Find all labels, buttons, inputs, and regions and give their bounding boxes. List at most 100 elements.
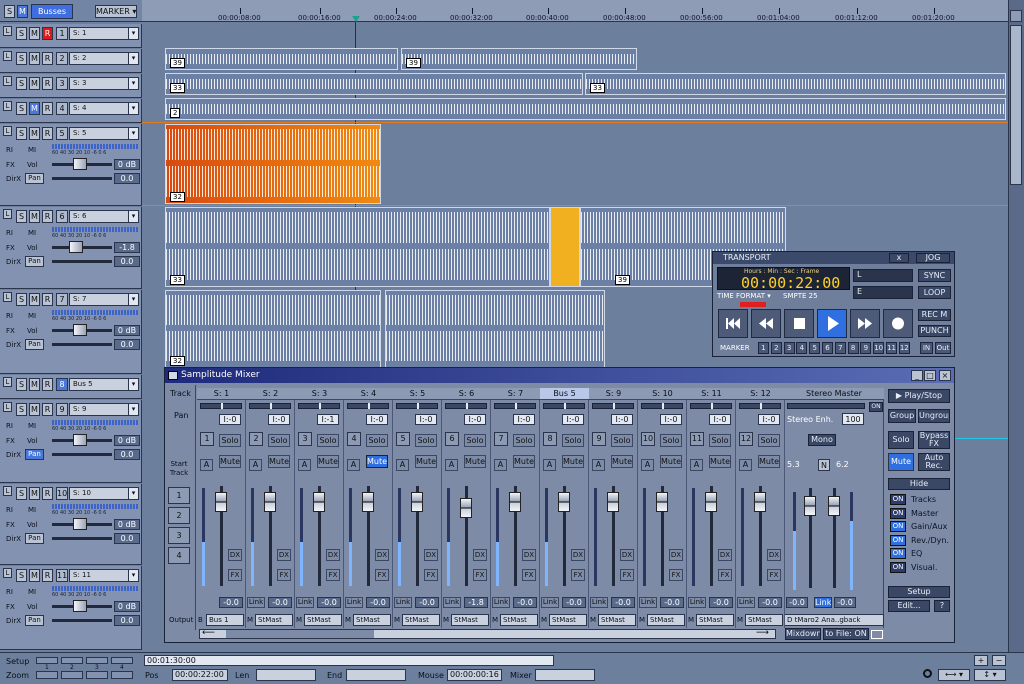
pan-value[interactable]: I:-0	[758, 414, 780, 425]
track-solo-button[interactable]: S	[16, 127, 27, 140]
track-lock-button[interactable]: L	[3, 377, 12, 387]
volume-fader-knob[interactable]	[215, 492, 227, 512]
audio-clip[interactable]: 33	[165, 73, 583, 95]
sync-button[interactable]: SYNC	[918, 269, 951, 282]
solo-button[interactable]: Solo	[758, 434, 780, 447]
channel-name[interactable]: S: 7	[491, 388, 540, 400]
zoom-out-button[interactable]: −	[992, 655, 1006, 666]
master-link-button[interactable]: Link	[814, 597, 832, 608]
scroll-right-arrow-icon[interactable]: ⟶	[756, 629, 769, 638]
master-fader-l-knob[interactable]	[804, 496, 816, 516]
volume-fader-knob[interactable]	[754, 492, 766, 512]
bypass-fx-button[interactable]: Bypass FX	[918, 431, 950, 449]
volume-slider-knob[interactable]	[73, 324, 87, 336]
track-record-button[interactable]: R	[42, 293, 53, 306]
track-lock-button[interactable]: L	[3, 51, 12, 61]
mute-button[interactable]: Mute	[758, 455, 780, 468]
setup-edit-button[interactable]: Edit...	[888, 600, 930, 612]
solo-button[interactable]: Solo	[464, 434, 486, 447]
link-button[interactable]: Link	[541, 597, 559, 608]
marker-dropdown[interactable]: MARKER ▾	[95, 5, 137, 18]
volume-value[interactable]: 0 dB	[114, 435, 140, 446]
channel-name[interactable]: S: 6	[442, 388, 491, 400]
marker-number-button[interactable]: 7	[834, 342, 846, 354]
marker-number-button[interactable]: 4	[796, 342, 808, 354]
automation-button[interactable]: A	[543, 459, 556, 471]
marker-number-button[interactable]: 12	[898, 342, 910, 354]
jog-button[interactable]: JOG	[916, 253, 950, 263]
fx-button[interactable]: FX	[767, 569, 781, 581]
solo-button[interactable]: Solo	[268, 434, 290, 447]
link-button[interactable]: Link	[737, 597, 755, 608]
automation-button[interactable]: A	[249, 459, 262, 471]
pan-slider-track[interactable]	[52, 177, 112, 180]
track-record-button[interactable]: R	[42, 487, 53, 500]
solo-button[interactable]: Solo	[611, 434, 633, 447]
link-button[interactable]: Link	[590, 597, 608, 608]
volume-slider-knob[interactable]	[73, 434, 87, 446]
punch-button[interactable]: PUNCH	[918, 325, 951, 337]
fx-button[interactable]: FX	[375, 569, 389, 581]
output-select[interactable]: Bus 1	[206, 614, 244, 626]
volume-value[interactable]: -0.0	[317, 597, 341, 608]
track-dropdown-chevron-icon[interactable]: ▾	[128, 293, 139, 306]
volume-value[interactable]: -1.8	[464, 597, 488, 608]
volume-fader-knob[interactable]	[362, 492, 374, 512]
pan-value[interactable]: I:-1	[317, 414, 339, 425]
pan-value[interactable]: I:-0	[268, 414, 290, 425]
pan-value[interactable]: I:-0	[415, 414, 437, 425]
start-track-number-button[interactable]: 2	[168, 507, 190, 524]
fx-button[interactable]: FX	[424, 569, 438, 581]
solo-all-button[interactable]: S	[4, 5, 15, 18]
master-value-r[interactable]: -0.0	[834, 597, 856, 608]
pan-button[interactable]: Pan	[25, 173, 44, 184]
channel-name[interactable]: S: 10	[638, 388, 687, 400]
output-select[interactable]: StMast	[255, 614, 293, 626]
pan-slider-track[interactable]	[52, 343, 112, 346]
mute-button[interactable]: Mute	[611, 455, 633, 468]
dx-button[interactable]: DX	[522, 549, 536, 561]
mixdown-button[interactable]: Mixdown	[785, 628, 821, 640]
pan-value[interactable]: 0.0	[114, 533, 140, 544]
track-record-button[interactable]: R	[42, 77, 53, 90]
track-solo-button[interactable]: S	[16, 569, 27, 582]
fx-button[interactable]: FX	[326, 569, 340, 581]
pan-value[interactable]: I:-0	[513, 414, 535, 425]
link-button[interactable]: Link	[688, 597, 706, 608]
channel-name[interactable]: S: 2	[246, 388, 295, 400]
locator-l-field[interactable]: L	[853, 269, 913, 282]
pan-button[interactable]: Pan	[25, 533, 44, 544]
dx-button[interactable]: DX	[571, 549, 585, 561]
link-button[interactable]: Link	[247, 597, 265, 608]
mute-all-button[interactable]: M	[17, 5, 28, 18]
automation-button[interactable]: A	[445, 459, 458, 471]
track-mute-button[interactable]: M	[29, 52, 40, 65]
fx-button[interactable]: FX	[473, 569, 487, 581]
automation-button[interactable]: A	[347, 459, 360, 471]
audio-clip[interactable]	[385, 290, 605, 368]
mixer-maximize-button[interactable]: □	[924, 370, 936, 381]
mute-button[interactable]: Mute	[219, 455, 241, 468]
mute-button[interactable]: Mute	[464, 455, 486, 468]
fx-button[interactable]: FX	[669, 569, 683, 581]
track-record-button[interactable]: R	[42, 52, 53, 65]
fast-forward-button[interactable]	[850, 309, 880, 338]
pan-button[interactable]: Pan	[25, 615, 44, 626]
track-dropdown-chevron-icon[interactable]: ▾	[128, 102, 139, 115]
mute-button[interactable]: Mute	[562, 455, 584, 468]
pan-slider-track[interactable]	[52, 453, 112, 456]
pan-value[interactable]: 0.0	[114, 256, 140, 267]
output-select[interactable]: StMast	[647, 614, 685, 626]
track-lock-button[interactable]: L	[3, 101, 12, 111]
auto-rec-button[interactable]: Auto Rec.	[918, 453, 950, 471]
fx-button[interactable]: FX	[571, 569, 585, 581]
volume-value[interactable]: -0.0	[513, 597, 537, 608]
scroll-left-arrow-icon[interactable]: ⟵	[202, 629, 215, 638]
channel-name[interactable]: S: 9	[589, 388, 638, 400]
track-solo-button[interactable]: S	[16, 77, 27, 90]
solo-button[interactable]: Solo	[562, 434, 584, 447]
master-on-button[interactable]: ON	[869, 402, 883, 412]
solo-button[interactable]: Solo	[709, 434, 731, 447]
track-solo-button[interactable]: S	[16, 403, 27, 416]
track-dropdown-chevron-icon[interactable]: ▾	[128, 127, 139, 140]
